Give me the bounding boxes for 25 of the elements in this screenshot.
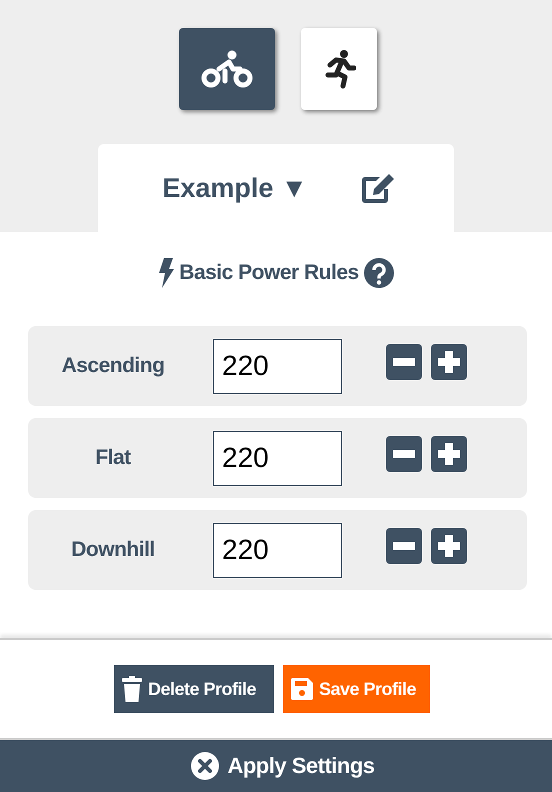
watts-field[interactable]: 220 — [213, 338, 342, 394]
bike-tab[interactable] — [179, 28, 275, 110]
minus-button[interactable] — [386, 344, 422, 380]
watts-field[interactable]: 220 — [213, 430, 342, 486]
minus-button[interactable] — [386, 436, 422, 472]
delete-button[interactable]: Delete Profile — [114, 665, 274, 713]
watts-field[interactable]: 220 — [213, 522, 342, 578]
edit-icon[interactable] — [360, 171, 396, 205]
section-title: Basic Power Rules — [179, 261, 359, 285]
lightning-icon — [158, 258, 174, 288]
minus-button[interactable] — [386, 528, 422, 564]
plus-button[interactable] — [431, 528, 467, 564]
rule-label: Flat — [94, 446, 132, 470]
apply-settings-button[interactable]: Apply Settings — [0, 738, 552, 792]
plus-button[interactable] — [431, 436, 467, 472]
floppy-icon — [291, 678, 313, 700]
trash-icon — [122, 676, 142, 702]
help-icon[interactable] — [364, 258, 394, 288]
close-circle-icon — [191, 752, 220, 780]
rule-label: Ascending — [60, 354, 166, 378]
run-tab[interactable] — [301, 28, 377, 110]
bicycle-icon — [199, 49, 255, 89]
rule-label: Downhill — [70, 538, 156, 562]
plus-button[interactable] — [431, 344, 467, 380]
profile-dropdown[interactable]: Example ▼ — [162, 172, 308, 204]
